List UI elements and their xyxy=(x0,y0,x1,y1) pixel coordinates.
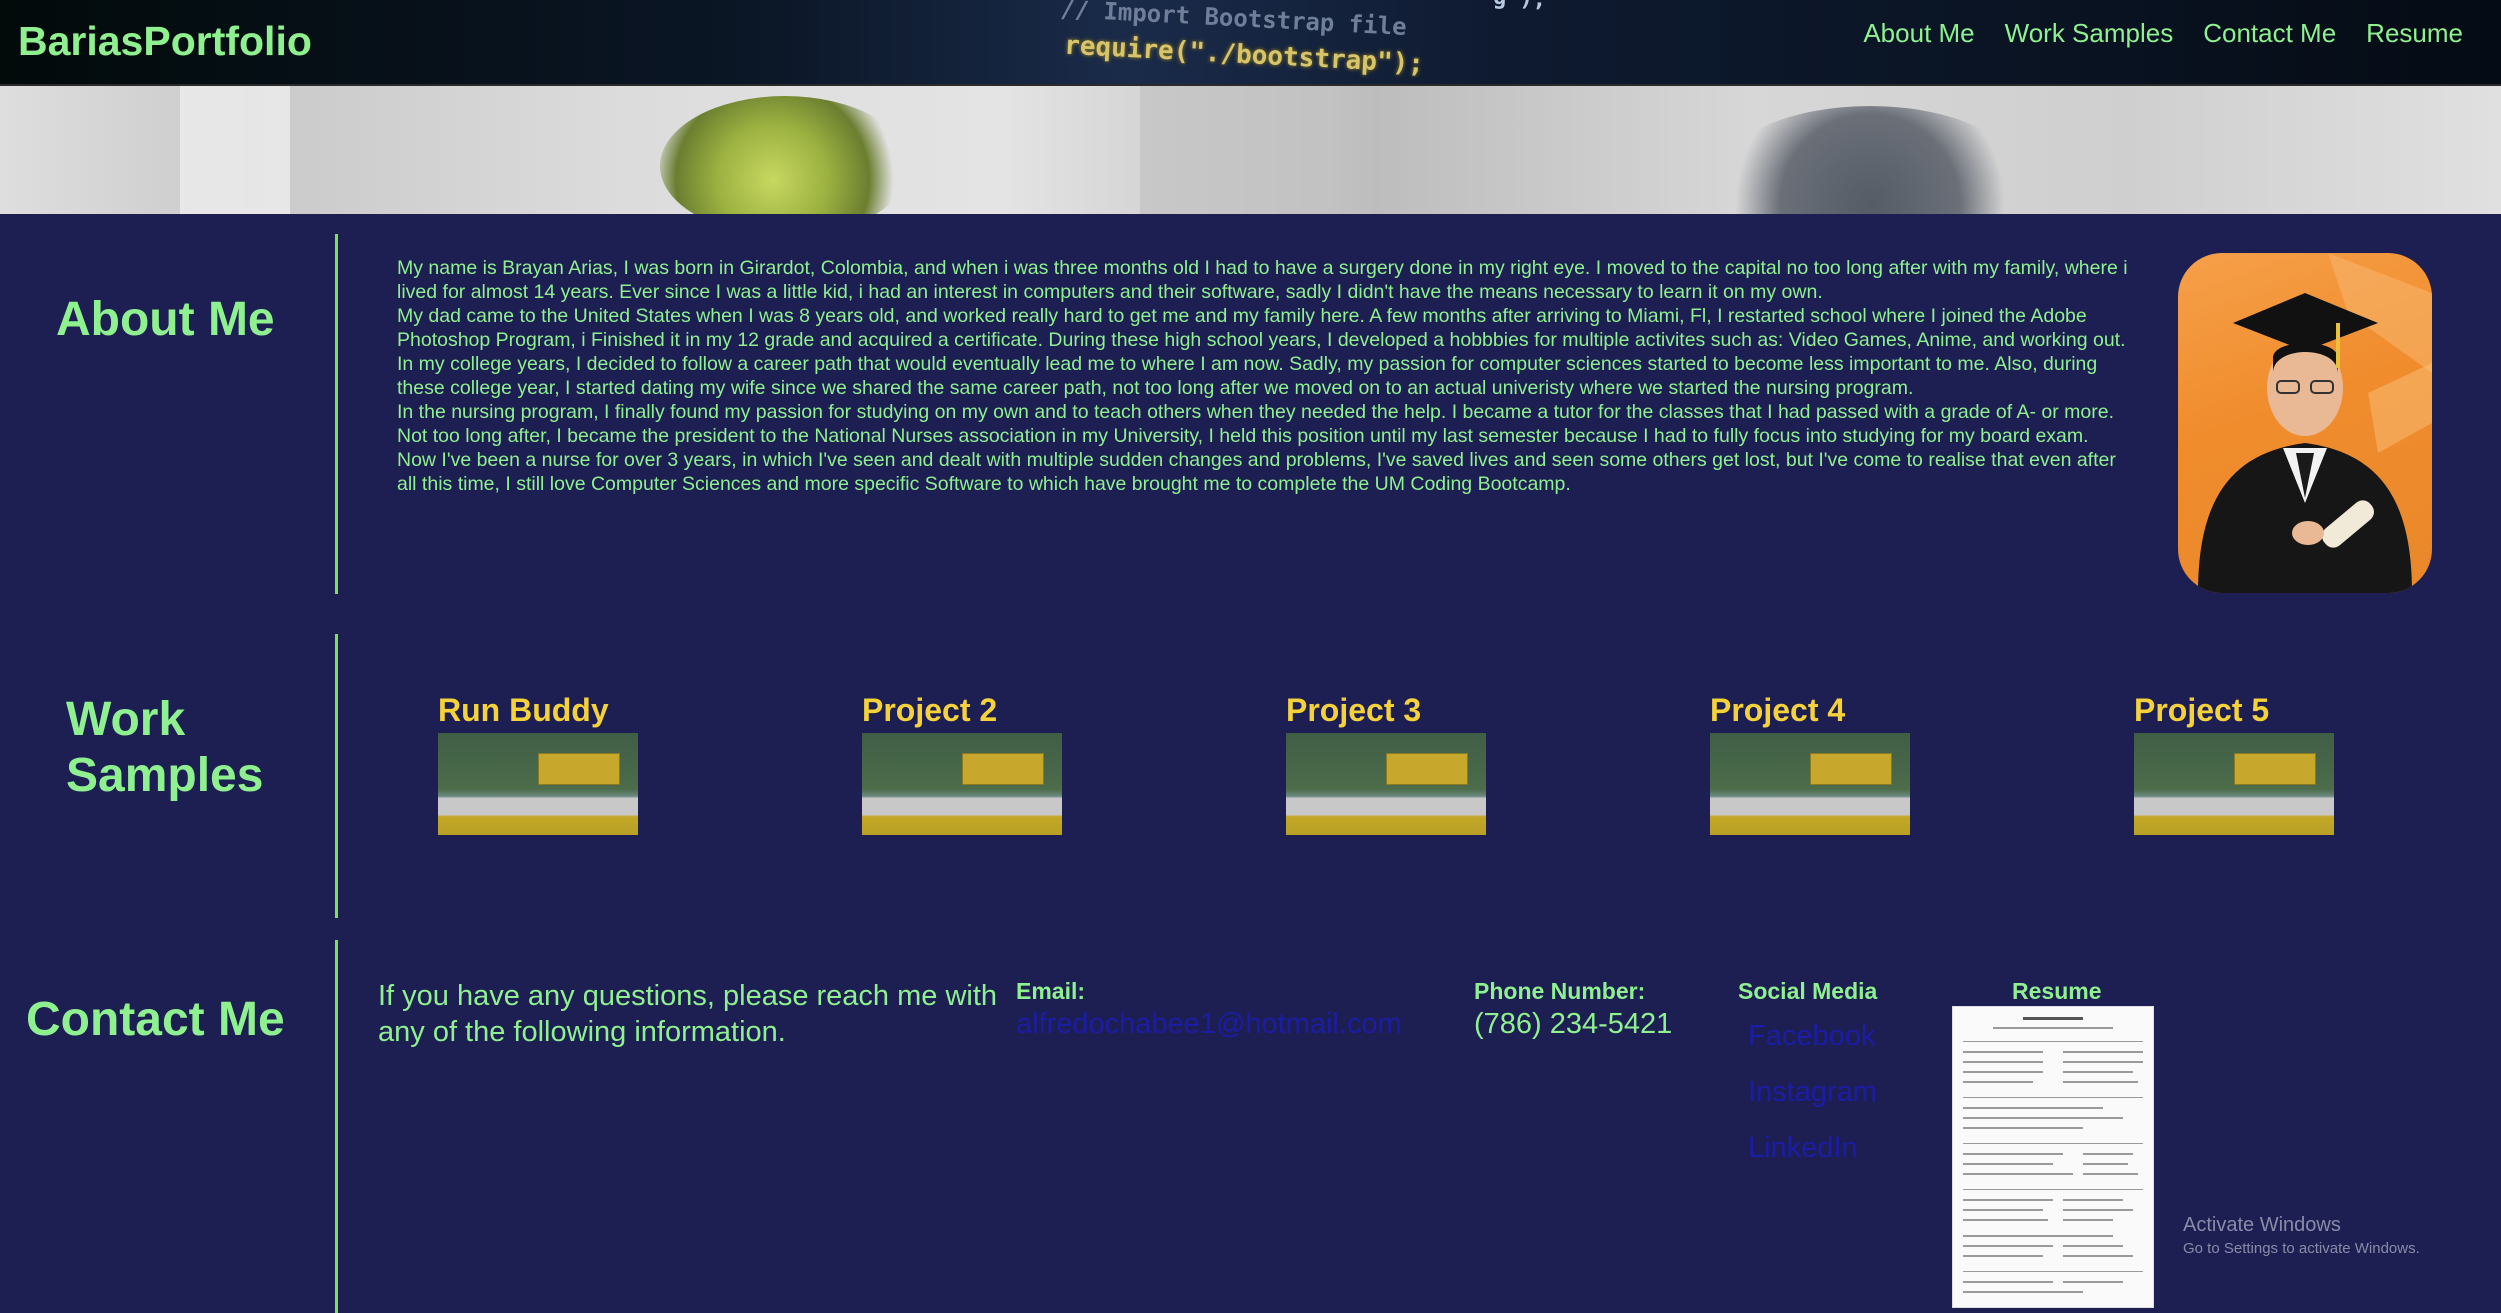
project-card: Run Buddy xyxy=(438,692,638,835)
hero-background-lamp xyxy=(180,86,290,214)
hero-banner xyxy=(0,86,2501,214)
project-thumbnail[interactable] xyxy=(1710,733,1910,835)
nav-resume[interactable]: Resume xyxy=(2366,18,2463,49)
project-card: Project 4 xyxy=(1710,692,1910,835)
windows-activation-title: Activate Windows xyxy=(2183,1214,2341,1236)
about-divider xyxy=(335,234,338,594)
work-samples-heading-line1: Work xyxy=(66,693,186,746)
email-label: Email: xyxy=(1016,978,1086,1004)
about-me-text: My name is Brayan Arias, I was born in G… xyxy=(397,256,2137,496)
linkedin-link[interactable]: LinkedIn xyxy=(1748,1132,1858,1165)
phone-number: (786) 234-5421 xyxy=(1474,1008,1673,1040)
about-paragraph: In my college years, I decided to follow… xyxy=(397,353,2098,399)
main-nav: About Me Work Samples Contact Me Resume xyxy=(1863,18,2463,49)
project-title[interactable]: Project 5 xyxy=(2134,692,2334,729)
resume-thumbnail[interactable] xyxy=(1952,1006,2154,1308)
work-divider xyxy=(335,634,338,918)
project-title[interactable]: Project 2 xyxy=(862,692,1062,729)
email-link[interactable]: alfredochabee1@hotmail.com xyxy=(1016,1008,1402,1041)
project-thumbnail[interactable] xyxy=(438,733,638,835)
resume-label: Resume xyxy=(2012,978,2102,1004)
nav-work-samples[interactable]: Work Samples xyxy=(2005,18,2174,49)
about-paragraph: In the nursing program, I finally found … xyxy=(397,401,2114,447)
about-paragraph: Now I've been a nurse for over 3 years, … xyxy=(397,449,2116,495)
contact-divider xyxy=(335,940,338,1313)
contact-message: If you have any questions, please reach … xyxy=(378,980,998,1048)
facebook-link[interactable]: Facebook xyxy=(1748,1020,1875,1053)
project-title[interactable]: Project 3 xyxy=(1286,692,1486,729)
contact-me-heading: Contact Me xyxy=(26,993,285,1046)
header-code-fragment: "g"); xyxy=(1479,0,1546,13)
profile-photo xyxy=(2178,253,2432,593)
project-title[interactable]: Run Buddy xyxy=(438,692,638,729)
graduate-portrait-image xyxy=(2198,253,2432,593)
about-paragraph: My dad came to the United States when I … xyxy=(397,305,2126,351)
phone-label: Phone Number: xyxy=(1474,978,1646,1004)
hero-monitor-image xyxy=(1140,86,1320,214)
project-thumbnail[interactable] xyxy=(2134,733,2334,835)
nav-about-me[interactable]: About Me xyxy=(1863,18,1974,49)
brand-logo[interactable]: BariasPortfolio xyxy=(18,18,312,65)
work-samples-heading-line2: Samples xyxy=(66,749,264,802)
instagram-link[interactable]: Instagram xyxy=(1748,1076,1877,1109)
hero-person-image xyxy=(1720,106,2020,214)
project-title[interactable]: Project 4 xyxy=(1710,692,1910,729)
project-card: Project 2 xyxy=(862,692,1062,835)
project-card: Project 5 xyxy=(2134,692,2334,835)
windows-activation-subtitle: Go to Settings to activate Windows. xyxy=(2183,1240,2420,1257)
hero-plant-image xyxy=(660,96,910,214)
project-thumbnail[interactable] xyxy=(1286,733,1486,835)
social-media-label: Social Media xyxy=(1738,978,1878,1004)
about-paragraph: My name is Brayan Arias, I was born in G… xyxy=(397,257,2128,303)
nav-contact-me[interactable]: Contact Me xyxy=(2203,18,2336,49)
project-card: Project 3 xyxy=(1286,692,1486,835)
project-thumbnail[interactable] xyxy=(862,733,1062,835)
header: // Import Bootstrap file require("./boot… xyxy=(0,0,2501,86)
about-me-heading: About Me xyxy=(56,293,275,346)
work-samples-heading: Work Samples xyxy=(66,692,263,804)
